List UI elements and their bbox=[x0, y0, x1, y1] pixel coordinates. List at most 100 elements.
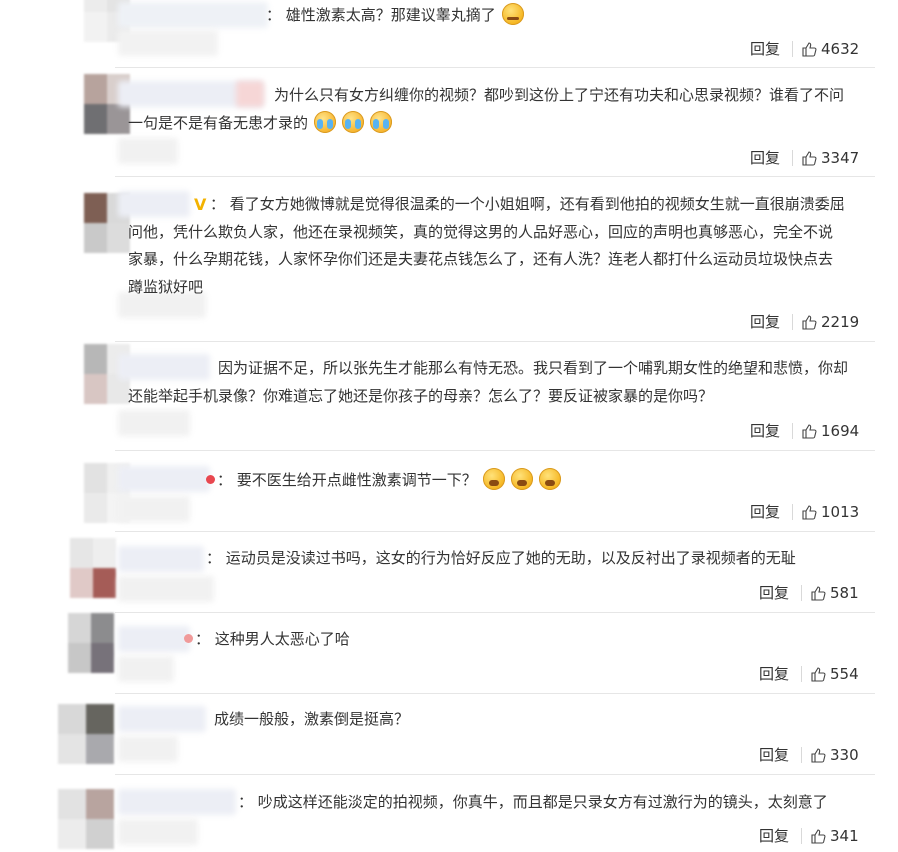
like-count: 330 bbox=[830, 745, 859, 764]
comment-text: 为什么只有女方纠缠你的视频？都吵到这份上了宁还有功夫和心思录视频？谁看了不问 bbox=[274, 86, 845, 104]
divider bbox=[801, 827, 803, 844]
row-divider bbox=[115, 693, 875, 694]
like-button[interactable]: 1694 bbox=[801, 422, 859, 440]
gasp-emoji-icon bbox=[538, 467, 561, 490]
divider bbox=[792, 422, 794, 439]
comment-text: 一句是不是有备无患才录的 bbox=[128, 114, 309, 132]
reply-button[interactable]: 回复 bbox=[750, 420, 780, 441]
verified-badge-icon: V bbox=[194, 195, 207, 214]
comment-text: ： 运动员是没读过书吗，这女的行为恰好反应了她的无助，以及反衬出了录视频者的无耻 bbox=[206, 549, 796, 567]
thumbs-up-icon bbox=[811, 585, 826, 601]
username-blurred bbox=[118, 576, 214, 602]
like-button[interactable]: 330 bbox=[810, 746, 859, 764]
comment-text: 蹲监狱好吧 bbox=[128, 278, 204, 296]
comment-actions: 回复 341 bbox=[759, 825, 859, 846]
comment-actions: 回复 581 bbox=[759, 582, 859, 603]
comment-text: ： 要不医生给开点雌性激素调节一下？ bbox=[217, 471, 477, 489]
like-count: 3347 bbox=[821, 148, 860, 167]
username-blurred bbox=[118, 736, 178, 762]
username-blurred[interactable] bbox=[118, 546, 204, 572]
comment-actions: 回复 1013 bbox=[750, 501, 859, 522]
reply-button[interactable]: 回复 bbox=[750, 147, 780, 168]
thumbs-up-icon bbox=[802, 423, 817, 439]
comment-actions: 回复 3347 bbox=[750, 147, 859, 168]
reply-button[interactable]: 回复 bbox=[750, 311, 780, 332]
thumbs-up-icon bbox=[811, 747, 826, 763]
username-blurred[interactable] bbox=[118, 466, 210, 492]
heart-badge-icon bbox=[206, 475, 215, 484]
avatar[interactable] bbox=[68, 613, 114, 673]
crying-emoji-icon bbox=[314, 110, 337, 133]
reply-button[interactable]: 回复 bbox=[759, 825, 789, 846]
thumbs-up-icon bbox=[802, 314, 817, 330]
thumbs-up-icon bbox=[811, 828, 826, 844]
like-button[interactable]: 3347 bbox=[801, 149, 859, 167]
comment-text: 因为证据不足，所以张先生才能那么有恃无恐。我只看到了一个哺乳期女性的绝望和悲愤，… bbox=[218, 359, 849, 377]
like-count: 2219 bbox=[821, 312, 860, 331]
gasp-emoji-icon bbox=[482, 467, 505, 490]
comment-actions: 回复 1694 bbox=[750, 420, 859, 441]
row-divider bbox=[115, 531, 875, 532]
avatar[interactable] bbox=[58, 789, 114, 849]
username-blurred bbox=[118, 410, 190, 436]
divider bbox=[792, 503, 794, 520]
username-blurred bbox=[118, 496, 190, 522]
reply-button[interactable]: 回复 bbox=[759, 744, 789, 765]
reply-button[interactable]: 回复 bbox=[759, 663, 789, 684]
like-count: 4632 bbox=[821, 39, 860, 58]
username-blurred[interactable] bbox=[118, 626, 190, 652]
row-divider bbox=[115, 341, 875, 342]
thumbs-up-icon bbox=[802, 504, 817, 520]
crying-emoji-icon bbox=[342, 110, 365, 133]
username-blurred bbox=[118, 819, 198, 845]
like-count: 1013 bbox=[821, 502, 860, 521]
divider bbox=[792, 149, 794, 166]
comment-text: 还能举起手机录像？你难道忘了她还是你孩子的母亲？怎么了？要反证被家暴的是你吗？ bbox=[128, 387, 714, 405]
crying-emoji-icon bbox=[370, 110, 393, 133]
comment-text: ： 看了女方她微博就是觉得很温柔的一个小姐姐啊，还有看到他拍的视频女生就一直很崩… bbox=[210, 195, 845, 213]
like-button[interactable]: 581 bbox=[810, 584, 859, 602]
username-blurred bbox=[118, 30, 218, 56]
divider bbox=[801, 584, 803, 601]
reply-button[interactable]: 回复 bbox=[759, 582, 789, 603]
thinking-emoji-icon bbox=[501, 2, 524, 25]
comment-text: ： 雄性激素太高？那建议睾丸摘了 bbox=[266, 6, 496, 24]
gasp-emoji-icon bbox=[510, 467, 533, 490]
divider bbox=[801, 746, 803, 763]
like-count: 341 bbox=[830, 826, 859, 845]
username-blurred[interactable] bbox=[118, 191, 190, 217]
comment-text: 问他，凭什么欺负人家，他还在录视频笑，真的觉得这男的人品好恶心，回应的声明也真够… bbox=[128, 223, 834, 241]
username-blurred bbox=[118, 138, 178, 164]
comment-actions: 回复 4632 bbox=[750, 38, 859, 59]
avatar[interactable] bbox=[58, 704, 114, 764]
comment-text: ： 这种男人太恶心了哈 bbox=[195, 630, 350, 648]
like-button[interactable]: 1013 bbox=[801, 503, 859, 521]
username-blurred[interactable] bbox=[118, 354, 210, 380]
username-blurred bbox=[118, 656, 174, 682]
row-divider bbox=[115, 612, 875, 613]
thumbs-up-icon bbox=[811, 666, 826, 682]
like-button[interactable]: 554 bbox=[810, 665, 859, 683]
reply-button[interactable]: 回复 bbox=[750, 501, 780, 522]
reply-button[interactable]: 回复 bbox=[750, 38, 780, 59]
comment-actions: 回复 554 bbox=[759, 663, 859, 684]
like-button[interactable]: 2219 bbox=[801, 313, 859, 331]
username-blurred[interactable] bbox=[118, 789, 236, 815]
like-button[interactable]: 4632 bbox=[801, 40, 859, 58]
thumbs-up-icon bbox=[802, 41, 817, 57]
row-divider bbox=[115, 774, 875, 775]
username-blurred[interactable] bbox=[118, 2, 268, 28]
like-button[interactable]: 341 bbox=[810, 827, 859, 845]
divider bbox=[792, 40, 794, 57]
comment-actions: 回复 2219 bbox=[750, 311, 859, 332]
comment-text: 家暴，什么孕期花钱，人家怀孕你们还是夫妻花点钱怎么了，还有人洗？连老人都打什么运… bbox=[128, 250, 834, 268]
comment-actions: 回复 330 bbox=[759, 744, 859, 765]
avatar[interactable] bbox=[70, 538, 116, 598]
avatar-badge bbox=[236, 81, 264, 107]
thumbs-up-icon bbox=[802, 150, 817, 166]
divider bbox=[792, 313, 794, 330]
username-blurred[interactable] bbox=[118, 706, 206, 732]
like-count: 581 bbox=[830, 583, 859, 602]
divider bbox=[801, 665, 803, 682]
like-count: 1694 bbox=[821, 421, 860, 440]
